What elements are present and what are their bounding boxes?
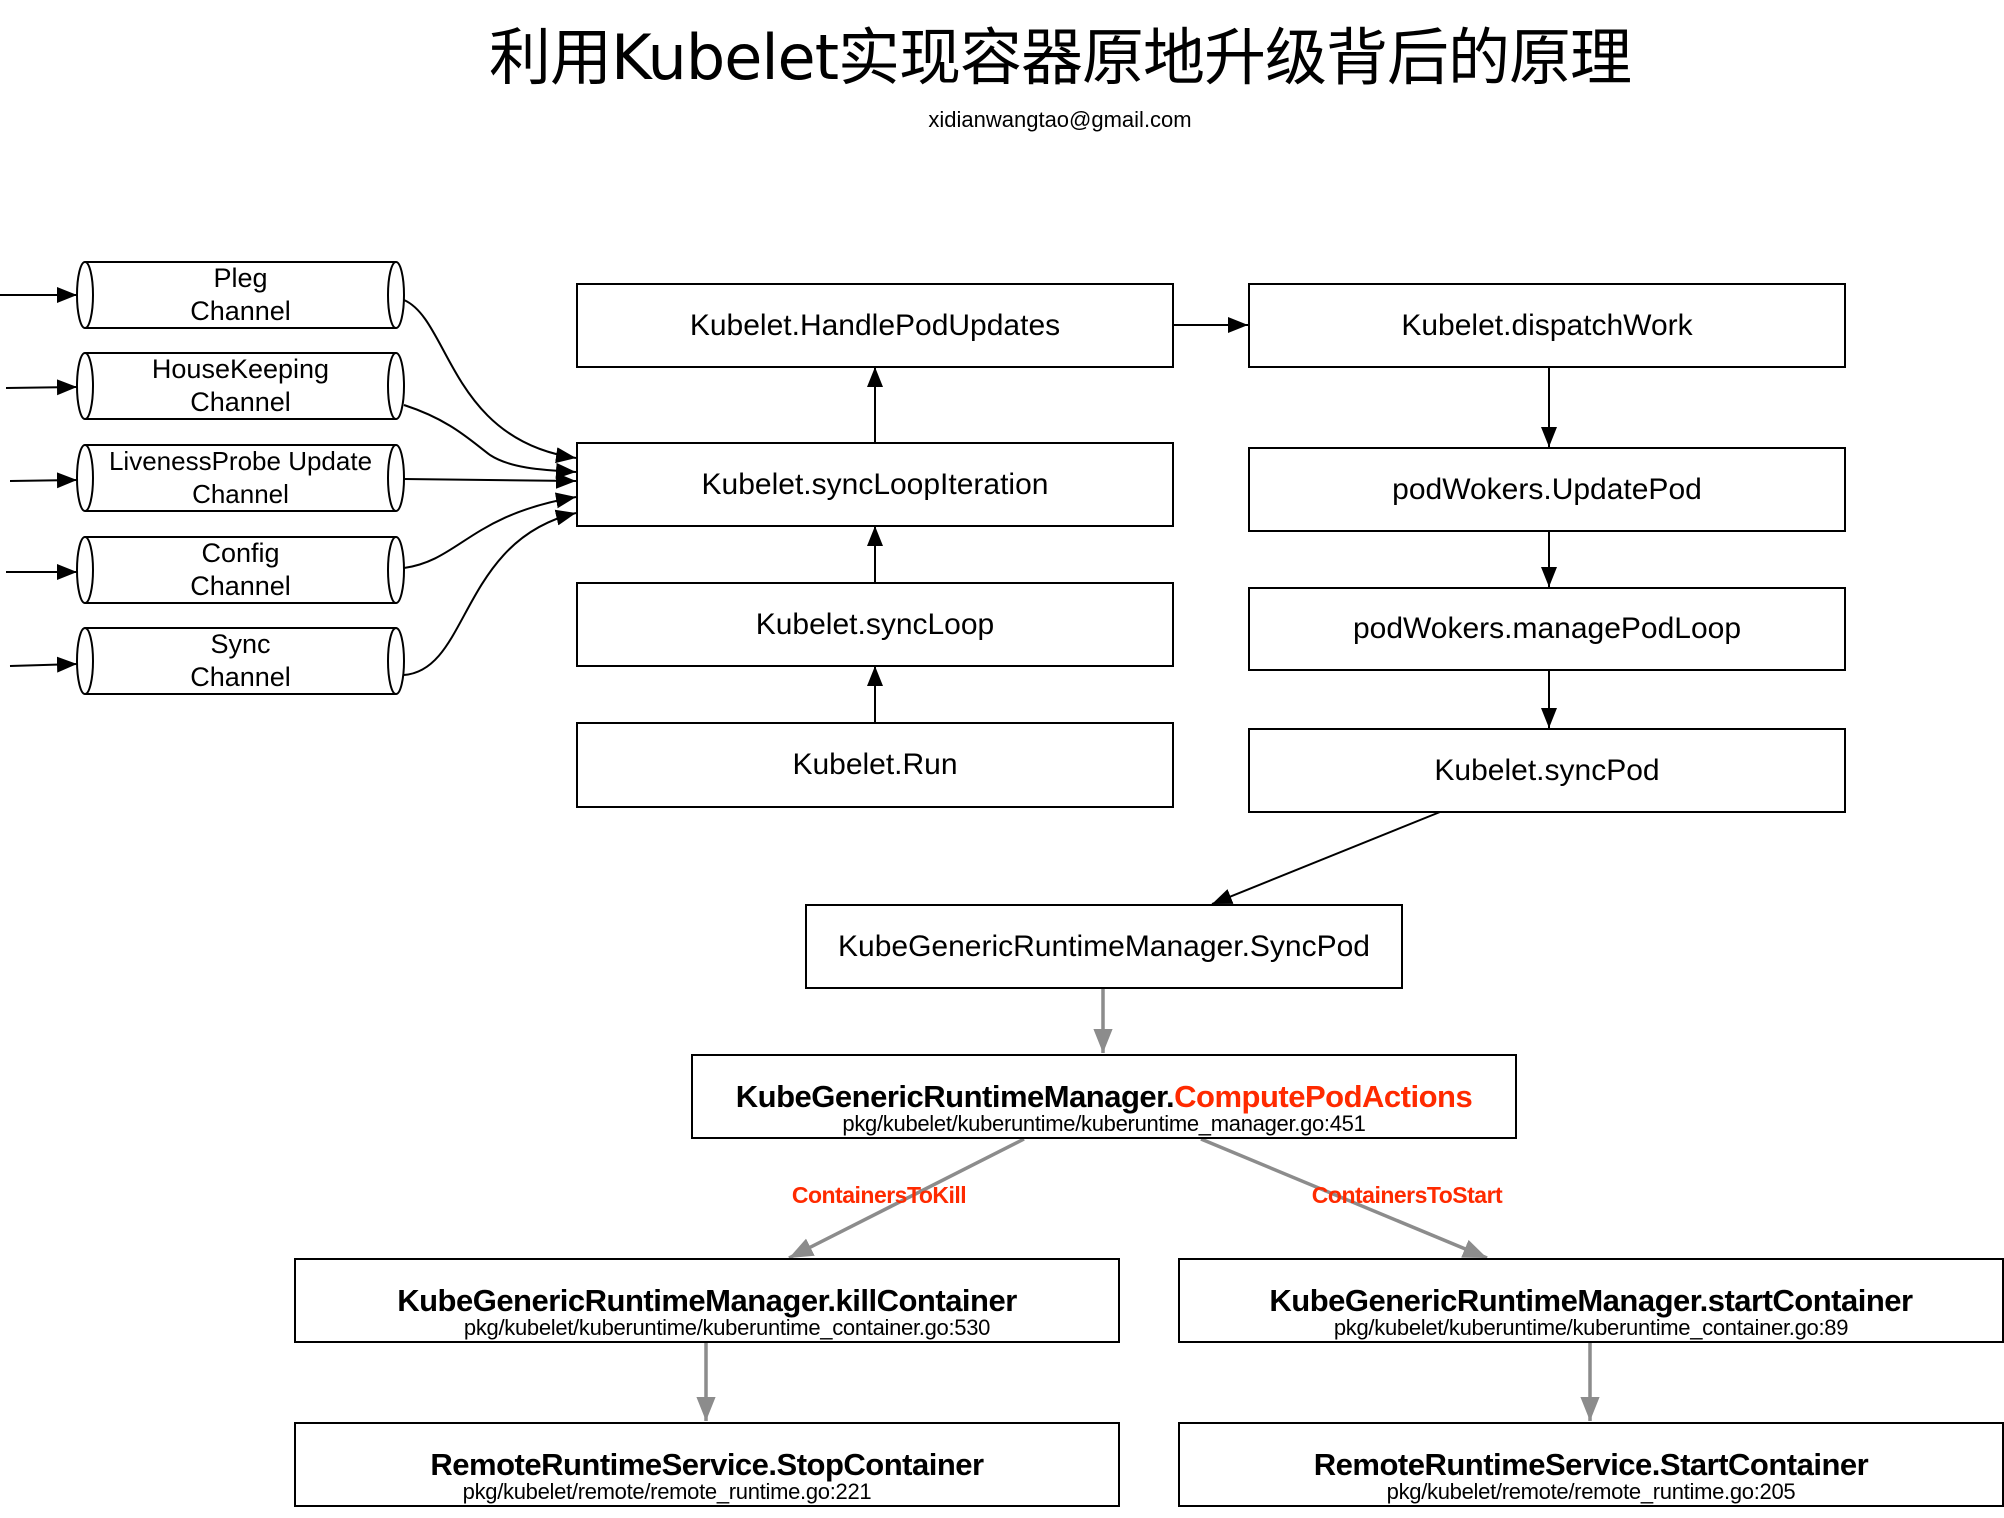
channel-housekeeping: HouseKeeping Channel xyxy=(93,353,388,419)
node-label: Kubelet.syncLoop xyxy=(755,607,995,641)
node-kubelet-sync-pod[interactable]: Kubelet.syncPod xyxy=(1248,728,1846,813)
syncpod-to-runtime-syncpod-edge xyxy=(1211,811,1441,905)
node-label: KubeGenericRuntimeManager.killContainer xyxy=(397,1283,1017,1318)
node-remote-start-container[interactable]: RemoteRuntimeService.StartContainer pkg/… xyxy=(1178,1422,2004,1507)
channel-config: Config Channel xyxy=(93,537,388,603)
node-label-highlight: ComputePodActions xyxy=(1174,1079,1473,1114)
node-compute-pod-actions[interactable]: KubeGenericRuntimeManager.ComputePodActi… xyxy=(691,1054,1517,1139)
node-label: KubeGenericRuntimeManager.SyncPod xyxy=(838,929,1370,963)
housekeeping-to-syncloopiteration-edge xyxy=(403,404,577,479)
channel-livenessprobe-update: LivenessProbe Update Channel xyxy=(93,445,388,511)
node-kubelet-run[interactable]: Kubelet.Run xyxy=(576,722,1174,808)
channel-suffix: Channel xyxy=(192,479,289,509)
source-path: pkg/kubelet/kuberuntime/kuberuntime_cont… xyxy=(463,1315,991,1340)
node-dispatch-work[interactable]: Kubelet.dispatchWork xyxy=(1248,283,1846,368)
node-label: podWokers.managePodLoop xyxy=(1352,612,1742,645)
node-kill-container[interactable]: KubeGenericRuntimeManager.killContainer … xyxy=(294,1258,1120,1343)
node-remote-stop-container[interactable]: RemoteRuntimeService.StopContainer pkg/k… xyxy=(294,1422,1120,1507)
node-label: Kubelet.syncLoopIteration xyxy=(701,467,1049,501)
node-label: podWokers.UpdatePod xyxy=(1392,472,1702,506)
channel-name: Config xyxy=(201,538,280,568)
channel-suffix: Channel xyxy=(190,296,291,326)
channel-name: Pleg xyxy=(213,263,268,293)
node-start-container[interactable]: KubeGenericRuntimeManager.startContainer… xyxy=(1178,1258,2004,1343)
pleg-to-syncloopiteration-edge xyxy=(403,299,577,464)
node-label: RemoteRuntimeService.StartContainer xyxy=(1313,1447,1869,1482)
node-label: KubeGenericRuntimeManager.ComputePodActi… xyxy=(735,1079,1473,1114)
node-label-prefix: KubeGenericRuntimeManager. xyxy=(735,1079,1175,1114)
node-label: Kubelet.Run xyxy=(792,748,958,781)
node-label: RemoteRuntimeService.StopContainer xyxy=(430,1447,984,1482)
sync-input-arrow xyxy=(9,656,78,673)
channel-suffix: Channel xyxy=(190,571,291,601)
source-path: pkg/kubelet/remote/remote_runtime.go:205 xyxy=(1386,1479,1796,1504)
liveness-to-syncloopiteration-edge xyxy=(403,472,577,489)
source-path: pkg/kubelet/kuberuntime/kuberuntime_cont… xyxy=(1333,1315,1849,1340)
config-to-syncloopiteration-edge xyxy=(403,492,577,569)
liveness-input-arrow xyxy=(9,472,78,489)
node-update-pod[interactable]: podWokers.UpdatePod xyxy=(1248,447,1846,532)
channel-name: HouseKeeping xyxy=(151,354,330,384)
channel-name: Sync xyxy=(210,629,271,659)
node-label: Kubelet.HandlePodUpdates xyxy=(689,308,1061,342)
housekeeping-input-arrow xyxy=(5,379,78,396)
containers-to-kill-label: ContainersToKill xyxy=(791,1182,967,1208)
channel-pleg: Pleg Channel xyxy=(93,262,388,328)
node-sync-loop[interactable]: Kubelet.syncLoop xyxy=(576,582,1174,667)
source-path: pkg/kubelet/kuberuntime/kuberuntime_mana… xyxy=(842,1111,1366,1136)
node-label: Kubelet.dispatchWork xyxy=(1401,308,1693,342)
containers-to-start-label: ContainersToStart xyxy=(1311,1182,1503,1208)
channel-sync: Sync Channel xyxy=(93,628,388,694)
node-manage-pod-loop[interactable]: podWokers.managePodLoop xyxy=(1248,587,1846,671)
node-sync-loop-iteration[interactable]: Kubelet.syncLoopIteration xyxy=(576,442,1174,527)
channel-name: LivenessProbe Update xyxy=(108,446,373,476)
node-label: KubeGenericRuntimeManager.startContainer xyxy=(1269,1283,1913,1318)
source-path: pkg/kubelet/remote/remote_runtime.go:221 xyxy=(462,1479,872,1504)
channel-suffix: Channel xyxy=(190,662,291,692)
node-handle-pod-updates[interactable]: Kubelet.HandlePodUpdates xyxy=(576,283,1174,368)
node-label: Kubelet.syncPod xyxy=(1434,753,1660,787)
channel-suffix: Channel xyxy=(190,387,291,417)
node-runtime-sync-pod[interactable]: KubeGenericRuntimeManager.SyncPod xyxy=(805,904,1403,989)
sync-to-syncloopiteration-edge xyxy=(403,509,577,676)
